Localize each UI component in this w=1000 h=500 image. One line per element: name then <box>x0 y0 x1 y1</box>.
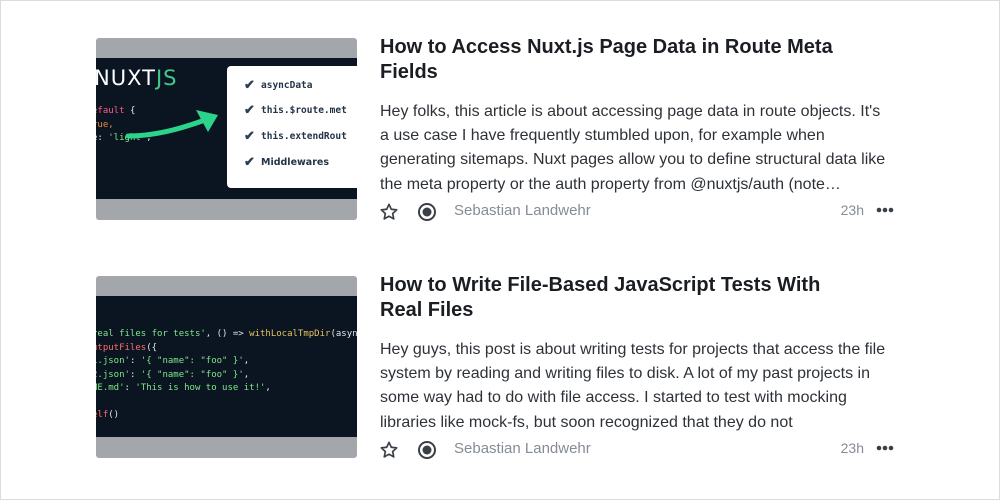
code-token: , <box>243 369 250 380</box>
code-token: : <box>129 369 141 380</box>
article-excerpt[interactable]: Hey folks, this article is about accessi… <box>380 100 890 197</box>
code-line: 1.json': '{ "name": "foo" }', <box>96 355 357 369</box>
star-icon[interactable] <box>379 440 399 460</box>
logo-text: NUXT <box>96 66 156 90</box>
code-token: rue, <box>96 119 114 130</box>
code-token: () <box>108 410 120 420</box>
article-meta: Sebastian Landwehr 23h <box>379 200 894 222</box>
code-token: , () => <box>205 329 250 339</box>
menu-item: ✔ Middlewares <box>244 154 329 170</box>
code-token: withLocalTmpDir <box>249 329 331 339</box>
code-line: elf() <box>96 409 357 423</box>
code-line: 2.json': '{ "name": "foo" }', <box>96 369 357 383</box>
checkmark-icon: ✔ <box>244 102 255 117</box>
code-token: real files for tests' <box>96 329 206 339</box>
article-thumbnail[interactable]: real files for tests', () => withLocalTm… <box>96 276 357 458</box>
code-token: (async <box>330 329 357 339</box>
article-meta: Sebastian Landwehr 23h <box>379 438 894 460</box>
post-time: 23h <box>840 440 864 456</box>
star-icon[interactable] <box>379 202 399 222</box>
code-token: ME.md' <box>96 383 125 393</box>
code-token: elf <box>96 410 109 420</box>
code-token: ({ <box>146 342 158 353</box>
author-name[interactable]: Sebastian Landwehr <box>454 440 591 457</box>
menu-item: ✔ asyncData <box>244 77 312 93</box>
radio-circle-icon[interactable] <box>417 202 437 222</box>
code-token: 2.json' <box>96 369 130 380</box>
code-snippet: real files for tests', () => withLocalTm… <box>96 328 357 423</box>
code-token: : <box>129 356 141 366</box>
menu-item-label: asyncData <box>261 79 313 91</box>
code-token: e: <box>96 133 103 143</box>
menu-item-label: this.extendRout <box>261 130 347 142</box>
post-time: 23h <box>840 202 864 218</box>
author-name[interactable]: Sebastian Landwehr <box>454 202 591 219</box>
code-line: utputFiles({ <box>96 342 357 356</box>
code-token: : <box>124 383 136 393</box>
article-thumbnail[interactable]: NUXTJS efault {rue,e: 'light', ✔asyncDat… <box>96 38 357 220</box>
article-title[interactable]: How to Write File-Based JavaScript Tests… <box>380 273 860 323</box>
checkmark-icon: ✔ <box>244 154 255 169</box>
logo-accent: JS <box>155 66 178 90</box>
thumbnail-image: NUXTJS efault {rue,e: 'light', ✔asyncDat… <box>96 58 357 199</box>
menu-item-label: this.$route.met <box>261 104 347 116</box>
code-token: 1.json' <box>96 356 130 366</box>
code-line: real files for tests', () => withLocalTm… <box>96 328 357 342</box>
article-title[interactable]: How to Access Nuxt.js Page Data in Route… <box>380 35 860 85</box>
article-excerpt[interactable]: Hey guys, this post is about writing tes… <box>380 338 890 435</box>
arrow-icon <box>125 110 218 139</box>
code-token: , <box>265 383 271 393</box>
feed-frame: NUXTJS efault {rue,e: 'light', ✔asyncDat… <box>0 0 1000 500</box>
more-dots-icon[interactable] <box>876 445 894 451</box>
menu-item-label: Middlewares <box>261 156 329 168</box>
code-line: ME.md': 'This is how to use it!', <box>96 382 357 396</box>
code-token: utputFiles <box>96 342 147 353</box>
menu-card: ✔ asyncData ✔ this.$route.met ✔ this.extendRo… <box>227 66 357 188</box>
more-dots-icon[interactable] <box>876 207 894 213</box>
code-token: , <box>243 356 250 366</box>
menu-item: ✔ this.extendRout <box>244 128 347 144</box>
checkmark-icon: ✔ <box>244 128 255 143</box>
radio-circle-icon[interactable] <box>417 440 437 460</box>
thumbnail-image: real files for tests', () => withLocalTm… <box>96 296 357 437</box>
menu-item: ✔ this.$route.met <box>244 102 347 118</box>
checkmark-icon: ✔ <box>244 77 255 92</box>
nuxt-logo: NUXTJS <box>96 66 177 90</box>
code-token: 'This is how to use it!' <box>135 383 266 393</box>
code-token: '{ "name": "foo" }' <box>140 356 244 366</box>
code-token: '{ "name": "foo" }' <box>140 369 244 380</box>
